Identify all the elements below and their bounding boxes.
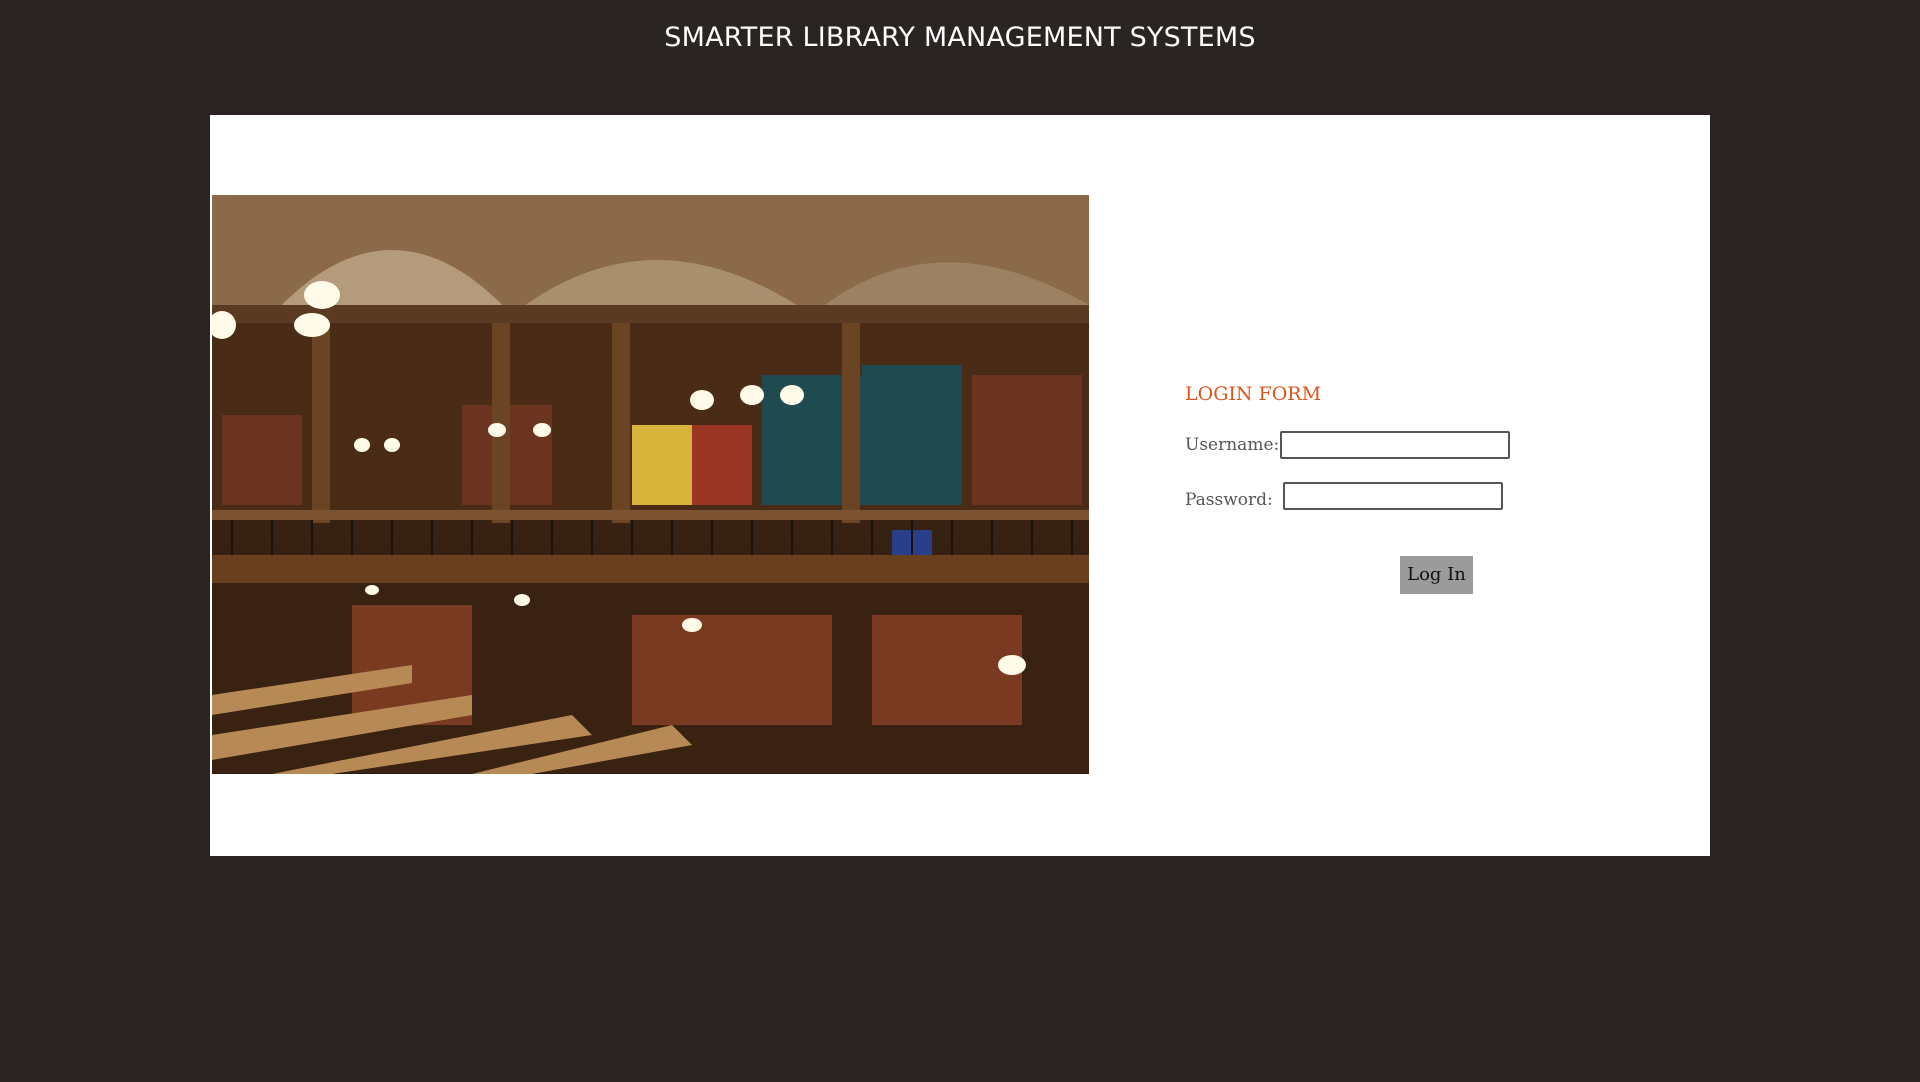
username-field[interactable] bbox=[1280, 431, 1510, 459]
password-field[interactable] bbox=[1283, 482, 1503, 510]
username-label: Username: bbox=[1185, 435, 1280, 455]
login-panel: LOGIN FORM Username: Password: Log In bbox=[210, 115, 1710, 856]
site-title: SMARTER LIBRARY MANAGEMENT SYSTEMS bbox=[664, 22, 1256, 53]
library-interior-image bbox=[212, 195, 1089, 774]
password-label: Password: bbox=[1185, 490, 1273, 510]
login-form-heading: LOGIN FORM bbox=[1185, 382, 1322, 405]
login-button[interactable]: Log In bbox=[1400, 556, 1473, 594]
page: SMARTER LIBRARY MANAGEMENT SYSTEMS LOGIN… bbox=[0, 0, 1920, 1082]
library-illustration bbox=[212, 195, 1089, 774]
